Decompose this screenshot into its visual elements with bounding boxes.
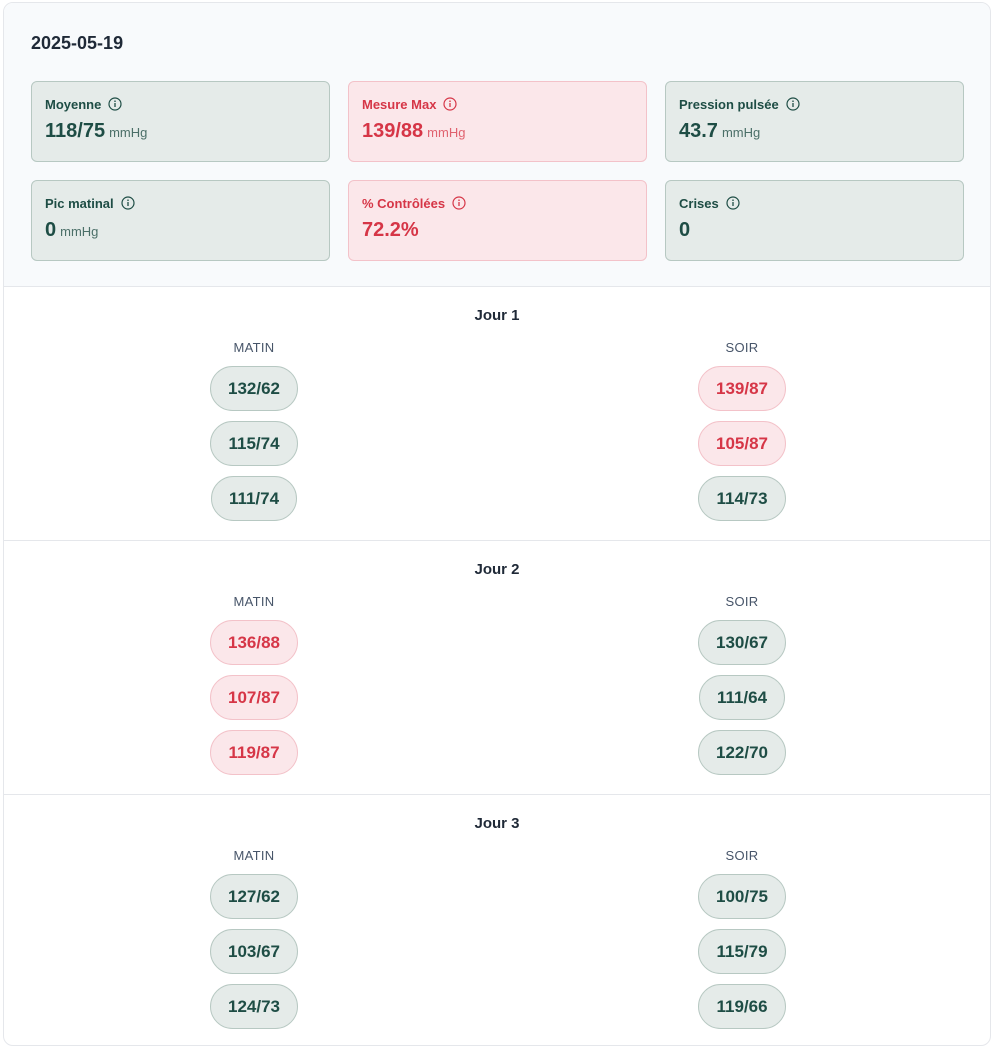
soir-column: SOIR 100/75 115/79 119/66 (652, 848, 832, 1029)
reading-pill[interactable]: 114/73 (698, 476, 786, 521)
soir-label: SOIR (725, 340, 759, 355)
stat-label: Crises (679, 195, 719, 211)
soir-label: SOIR (725, 848, 759, 863)
stat-label: Pression pulsée (679, 96, 779, 112)
report-card: 2025-05-19 Moyenne 118/75 mmHg Mesure Ma… (3, 2, 991, 1046)
info-icon[interactable] (726, 196, 740, 210)
stat-card-pic-matinal: Pic matinal 0 mmHg (31, 180, 330, 261)
day-section: Jour 1 MATIN 132/62 115/74 111/74 SOIR 1… (4, 287, 990, 541)
matin-label: MATIN (233, 340, 275, 355)
reading-pill[interactable]: 115/74 (210, 421, 298, 466)
day-section: Jour 2 MATIN 136/88 107/87 119/87 SOIR 1… (4, 541, 990, 795)
matin-column: MATIN 136/88 107/87 119/87 (164, 594, 344, 775)
reading-pill[interactable]: 111/74 (210, 476, 298, 521)
reading-pill[interactable]: 119/66 (698, 984, 786, 1029)
soir-label: SOIR (725, 594, 759, 609)
stats-grid: Moyenne 118/75 mmHg Mesure Max 139/88 mm… (31, 81, 964, 261)
reading-pill[interactable]: 107/87 (210, 675, 298, 720)
stat-card-controlees: % Contrôlées 72.2% (348, 180, 647, 261)
reading-pill[interactable]: 127/62 (210, 874, 298, 919)
stat-value: 139/88 (362, 120, 424, 142)
matin-label: MATIN (233, 594, 275, 609)
stat-label: Pic matinal (45, 195, 114, 211)
reading-pill[interactable]: 119/87 (210, 730, 298, 775)
stat-unit: mmHg (721, 125, 761, 140)
stat-value: 43.7 (679, 120, 718, 142)
stat-unit: mmHg (427, 125, 466, 140)
info-icon[interactable] (121, 196, 135, 210)
info-icon[interactable] (786, 97, 800, 111)
stat-unit: mmHg (109, 125, 148, 140)
stat-unit: mmHg (60, 224, 99, 239)
soir-column: SOIR 130/67 111/64 122/70 (652, 594, 832, 775)
day-section: Jour 3 MATIN 127/62 103/67 124/73 SOIR 1… (4, 795, 990, 1045)
reading-pill[interactable]: 103/67 (210, 929, 298, 974)
soir-column: SOIR 139/87 105/87 114/73 (652, 340, 832, 521)
stat-label: % Contrôlées (362, 195, 446, 211)
stat-card-crises: Crises 0 (665, 180, 964, 261)
reading-pill[interactable]: 105/87 (698, 421, 786, 466)
day-title: Jour 2 (474, 561, 520, 578)
stat-value: 72.2% (362, 219, 419, 241)
reading-pill[interactable]: 111/64 (698, 675, 786, 720)
reading-pill[interactable]: 139/87 (698, 366, 786, 411)
stat-label: Mesure Max (362, 96, 437, 112)
stat-value: 118/75 (45, 120, 106, 142)
stat-value: 0 (679, 219, 691, 241)
reading-pill[interactable]: 136/88 (210, 620, 298, 665)
reading-pill[interactable]: 124/73 (210, 984, 298, 1029)
reading-pill[interactable]: 122/70 (698, 730, 786, 775)
stat-card-moyenne: Moyenne 118/75 mmHg (31, 81, 330, 162)
stat-label: Moyenne (45, 96, 102, 112)
info-icon[interactable] (443, 97, 458, 111)
info-icon[interactable] (108, 97, 122, 111)
reading-pill[interactable]: 100/75 (698, 874, 786, 919)
matin-column: MATIN 127/62 103/67 124/73 (164, 848, 344, 1029)
stat-value: 0 (45, 219, 57, 241)
reading-pill[interactable]: 132/62 (210, 366, 298, 411)
matin-label: MATIN (233, 848, 275, 863)
reading-pill[interactable]: 130/67 (698, 620, 786, 665)
matin-column: MATIN 132/62 115/74 111/74 (164, 340, 344, 521)
stat-card-pression-pulsee: Pression pulsée 43.7 mmHg (665, 81, 964, 162)
info-icon[interactable] (452, 196, 466, 210)
day-title: Jour 1 (474, 307, 520, 324)
reading-pill[interactable]: 115/79 (698, 929, 786, 974)
stat-card-mesure-max: Mesure Max 139/88 mmHg (348, 81, 647, 162)
report-date: 2025-05-19 (31, 33, 124, 53)
summary-section: 2025-05-19 Moyenne 118/75 mmHg Mesure Ma… (4, 3, 990, 287)
day-title: Jour 3 (474, 815, 520, 832)
